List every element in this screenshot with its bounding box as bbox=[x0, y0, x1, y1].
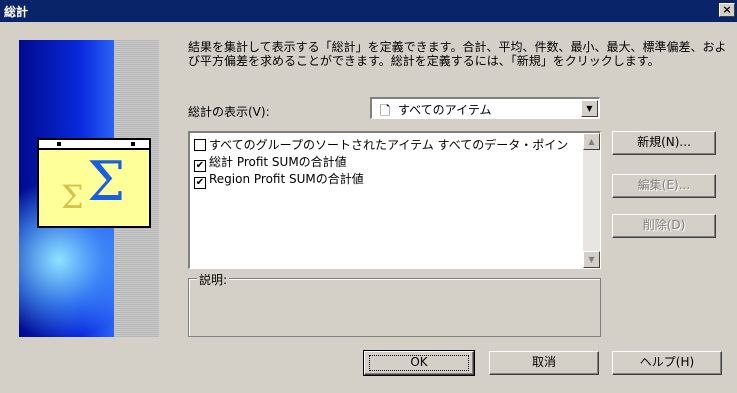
ok-button[interactable]: OK bbox=[363, 350, 475, 376]
document-icon: 🗋 bbox=[380, 104, 391, 119]
totals-list[interactable]: すべてのグループのソートされたアイテム すべてのデータ・ポイン ✔ 総計 Prof… bbox=[188, 131, 601, 269]
vertical-scrollbar[interactable]: ▲ ▼ bbox=[583, 133, 600, 268]
list-item[interactable]: すべてのグループのソートされたアイテム すべてのデータ・ポイン bbox=[194, 136, 568, 152]
list-item[interactable]: ✔ Region Profit SUMの合計値 bbox=[194, 170, 364, 189]
list-item[interactable]: ✔ 総計 Profit SUMの合計値 bbox=[194, 153, 347, 172]
show-totals-dropdown[interactable]: 🗋 すべてのアイテム ▼ bbox=[370, 97, 600, 119]
scroll-up-icon[interactable]: ▲ bbox=[583, 133, 600, 150]
dialog-description: 結果を集計して表示する「総計」を定義できます。合計、平均、件数、最小、最大、標準… bbox=[188, 40, 727, 68]
description-label: 説明: bbox=[197, 271, 230, 288]
sigma-small-icon: Σ bbox=[61, 178, 84, 216]
totals-illustration: Σ Σ bbox=[19, 40, 159, 337]
sigma-card-icon: Σ Σ bbox=[37, 138, 151, 228]
edit-button[interactable]: 編集(E)... bbox=[612, 174, 716, 198]
title-bar: 総計 × bbox=[0, 0, 737, 22]
scroll-down-icon[interactable]: ▼ bbox=[583, 251, 600, 268]
checkbox-unchecked[interactable] bbox=[194, 139, 206, 151]
show-totals-label: 総計の表示(V): bbox=[188, 105, 270, 119]
card-header bbox=[39, 140, 149, 150]
checkbox-checked[interactable]: ✔ bbox=[194, 177, 206, 189]
window-title: 総計 bbox=[4, 5, 29, 19]
list-item-label: 総計 Profit SUMの合計値 bbox=[209, 155, 347, 169]
totals-dialog: 総計 × Σ Σ 結果を集計して表示する「総計」を定義できます。合計、平均、件数… bbox=[0, 0, 737, 393]
show-totals-value: すべてのアイテム bbox=[398, 103, 492, 117]
focus-rectangle bbox=[369, 355, 469, 371]
close-button[interactable]: × bbox=[719, 3, 735, 17]
description-groupbox: 説明: bbox=[188, 271, 601, 337]
cancel-button[interactable]: 取消 bbox=[489, 351, 599, 375]
list-item-label: すべてのグループのソートされたアイテム すべてのデータ・ポイン bbox=[209, 138, 569, 152]
new-button[interactable]: 新規(N)... bbox=[612, 131, 716, 155]
help-button[interactable]: ヘルプ(H) bbox=[612, 351, 722, 375]
sigma-large-icon: Σ bbox=[87, 150, 126, 213]
chevron-down-icon[interactable]: ▼ bbox=[581, 100, 598, 117]
list-item-label: Region Profit SUMの合計値 bbox=[209, 172, 364, 186]
delete-button[interactable]: 削除(D) bbox=[612, 214, 716, 238]
